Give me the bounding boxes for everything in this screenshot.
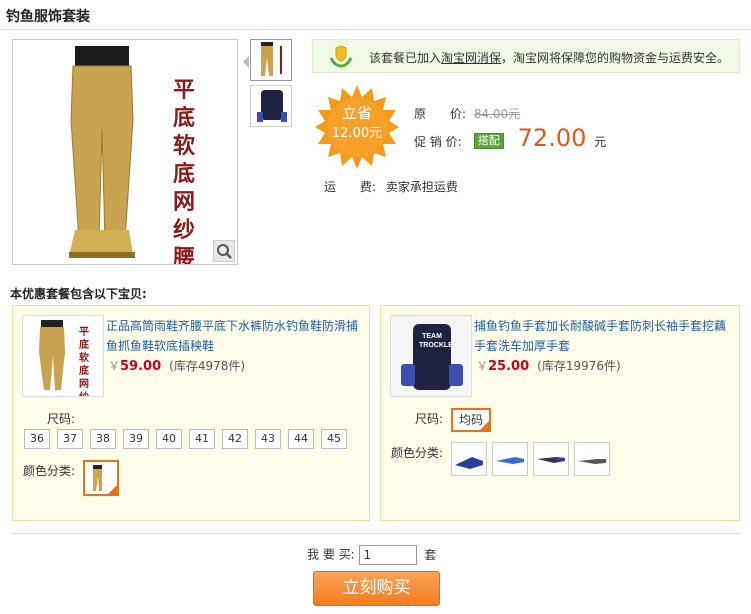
size-option[interactable]: 45 [321, 429, 347, 449]
color-option[interactable] [451, 442, 487, 476]
size-option[interactable]: 37 [57, 429, 83, 449]
size-option[interactable]: 38 [90, 429, 116, 449]
bundle-item-card: 平底软底网纱腰裤 正品高筒雨鞋齐腰平底下水裤防水钓鱼鞋防滑捕鱼抓鱼鞋软底插秧鞋 … [12, 305, 370, 521]
product-name-link[interactable]: 正品高筒雨鞋齐腰平底下水裤防水钓鱼鞋防滑捕鱼抓鱼鞋软底插秧鞋 [106, 316, 362, 356]
savings-label: 立省 [341, 104, 372, 122]
bundle-heading: 本优惠套餐包含以下宝贝: [10, 287, 147, 301]
original-price-value: 84.00元 [473, 107, 521, 121]
notice-text-before: 该套餐已加入 [369, 51, 442, 65]
product-stock: (库存19976件) [537, 359, 621, 373]
divider [12, 533, 740, 534]
promo-price-label: 促 销 价: [414, 135, 462, 149]
buy-now-button[interactable]: 立刻购买 [313, 571, 440, 606]
shield-hands-icon [329, 45, 353, 68]
product-name-link[interactable]: 捕鱼钓鱼手套加长耐酸碱手套防刺长袖手套挖藕手套洗车加厚手套 [474, 316, 734, 356]
thumbnail-waders[interactable] [250, 39, 292, 81]
product-price-value: 59.00 [120, 359, 162, 374]
main-image-caption: 平底软底网纱腰裤 [173, 77, 196, 265]
savings-badge: 立省 12.00元 [315, 85, 399, 169]
thumbnail-gloves[interactable] [250, 85, 292, 127]
size-option-selected[interactable]: 均码 [451, 408, 492, 432]
zoom-button[interactable] [213, 240, 235, 262]
title-bar: 钓鱼服饰套装 [0, 0, 751, 30]
quantity-unit: 套 [424, 547, 437, 562]
magnifier-icon [217, 244, 232, 259]
shipping-value: 卖家承担运费 [385, 180, 458, 194]
size-option[interactable]: 42 [222, 429, 248, 449]
color-option-selected[interactable] [83, 460, 119, 496]
consumer-protection-notice: 该套餐已加入淘宝网消保，淘宝网将保障您的购物资金与运费安全。 [312, 39, 740, 73]
waders-thumb-icon [39, 320, 65, 390]
yen-sign: ￥ [108, 359, 121, 373]
gloves-thumb-icon [257, 90, 287, 122]
main-product-image[interactable]: 平底软底网纱腰裤 [12, 39, 238, 265]
size-option[interactable]: 43 [255, 429, 281, 449]
gloves-shirt-icon [391, 316, 471, 396]
product-price: ￥59.00 (库存4978件) [108, 357, 245, 374]
product-stock: (库存4978件) [169, 359, 246, 373]
product-image-caption: TEAM TROCKLES [419, 333, 458, 349]
size-label: 尺码: [415, 412, 444, 426]
size-option[interactable]: 40 [156, 429, 182, 449]
page-title: 钓鱼服饰套装 [6, 9, 90, 25]
bundle-item-card: TEAM TROCKLES 捕鱼钓鱼手套加长耐酸碱手套防刺长袖手套挖藕手套洗车加… [380, 305, 740, 521]
combo-tag: 搭配 [473, 133, 504, 149]
product-image[interactable]: TEAM TROCKLES [390, 315, 472, 397]
glove-swatch-icon [578, 459, 606, 464]
promo-price-row: 促 销 价: 搭配 72.00 元 [414, 124, 606, 152]
size-option[interactable]: 44 [288, 429, 314, 449]
thumb-pointer [243, 56, 249, 68]
color-option[interactable] [492, 442, 528, 476]
product-image-caption: 平底软底网纱腰裤 [79, 327, 89, 396]
shipping-label: 运 费: [324, 180, 377, 194]
shipping-row: 运 费: 卖家承担运费 [324, 178, 458, 195]
color-label: 颜色分类: [23, 464, 76, 478]
original-price-row: 原 价: 84.00元 [414, 105, 520, 122]
waders-thumb-icon [261, 42, 282, 76]
original-price-label: 原 价: [414, 107, 467, 121]
product-image[interactable]: 平底软底网纱腰裤 [22, 315, 104, 397]
waders-illustration [69, 46, 135, 258]
size-option[interactable]: 39 [123, 429, 149, 449]
glove-swatch-icon [455, 457, 483, 469]
size-label: 尺码: [47, 412, 76, 426]
promo-price-value: 72.00 [517, 124, 587, 152]
color-label: 颜色分类: [391, 446, 444, 460]
quantity-label: 我 要 买: [307, 547, 355, 562]
product-price-value: 25.00 [488, 359, 530, 374]
glove-swatch-icon [496, 457, 524, 464]
quantity-input[interactable]: 1 [358, 545, 417, 565]
size-option[interactable]: 41 [189, 429, 215, 449]
glove-swatch-icon [537, 457, 565, 463]
notice-link[interactable]: 淘宝网消保 [441, 51, 501, 65]
savings-amount: 12.00元 [331, 126, 383, 141]
size-option[interactable]: 36 [24, 429, 50, 449]
product-price: ￥25.00 (库存19976件) [476, 357, 621, 374]
color-option[interactable] [533, 442, 569, 476]
quantity-row: 我 要 买: 1 套 [307, 545, 436, 565]
promo-price-unit: 元 [594, 135, 607, 149]
waders-swatch-icon [93, 465, 102, 491]
notice-text-after: ，淘宝网将保障您的购物资金与运费安全。 [501, 51, 730, 65]
color-option[interactable] [574, 442, 610, 476]
yen-sign: ￥ [476, 359, 489, 373]
